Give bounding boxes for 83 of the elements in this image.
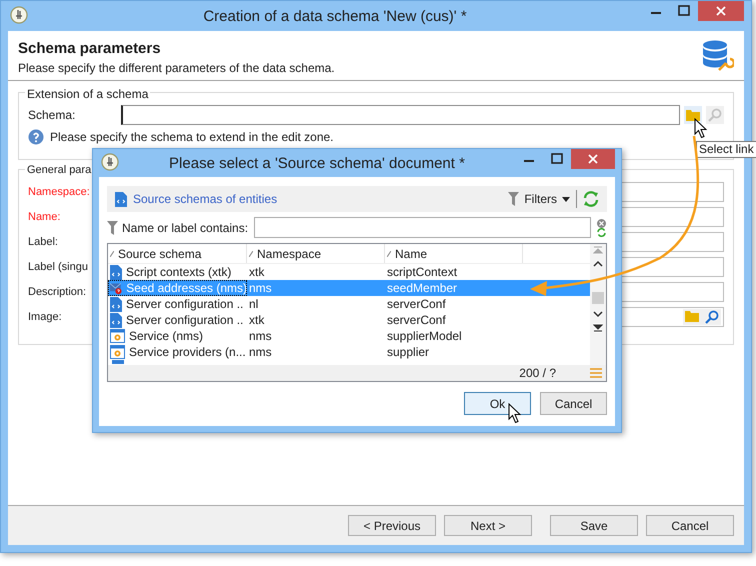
document-icon [110, 264, 122, 280]
field-label: Label: [28, 234, 58, 250]
window-title: Creation of a data schema 'New (cus)' * [203, 7, 467, 27]
record-count: 200 / ? [519, 365, 557, 382]
search-icon[interactable] [705, 310, 719, 324]
table-cell-text: scriptContext [386, 264, 458, 280]
dialog-title: Please select a 'Source schema' document * [169, 154, 465, 174]
table-cell: Server configuration .. [126, 312, 244, 328]
clear-icon[interactable] [596, 218, 606, 228]
field-label: Namespace: [28, 184, 90, 200]
refresh-icon[interactable] [596, 228, 606, 236]
list-row[interactable]: Server configuration .. nl serverConf [108, 296, 590, 312]
scrollbar[interactable] [590, 244, 606, 365]
table-cell-text: supplier [386, 344, 430, 360]
table-cell-text: seedMember [386, 280, 458, 296]
filter-label: Name or label contains: [122, 220, 248, 236]
table-cell-text: nl [248, 296, 260, 312]
field-label: Image: [28, 310, 62, 325]
help-icon [28, 129, 44, 145]
close-icon [588, 154, 598, 164]
envelope-question-icon [110, 280, 122, 296]
help-text: Please specify the schema to extend in the edit zone. [50, 129, 334, 146]
scroll-down-icon[interactable] [593, 310, 603, 318]
field-label: Description: [28, 284, 86, 300]
column-header[interactable]: Source schema [108, 244, 247, 263]
folder-button[interactable] [684, 106, 702, 124]
field-label: Label (singu [28, 260, 88, 275]
wizard-button[interactable]: Next > [444, 515, 532, 536]
close-button[interactable] [698, 1, 744, 21]
refresh-icon[interactable] [583, 191, 599, 207]
table-cell-text: serverConf [386, 296, 447, 312]
schema-field[interactable] [121, 105, 680, 125]
folder-link[interactable]: Source schemas of entities [133, 190, 278, 208]
table-cell-text: nms [248, 280, 273, 296]
sort-icon [387, 250, 391, 256]
page-subheading: Please specify the different parameters of the data schema. [18, 60, 335, 76]
mouse-pointer-icon [694, 118, 708, 139]
sort-icon [110, 250, 114, 256]
wizard-button[interactable]: Save [550, 515, 638, 536]
close-button[interactable] [571, 149, 615, 169]
filter-icon [107, 220, 118, 234]
dialog-button[interactable]: Cancel [540, 392, 607, 415]
field-label: Name: [28, 210, 60, 225]
group-legend: General para [25, 162, 94, 178]
table-cell: Service providers (n... [129, 344, 246, 360]
list-row[interactable]: Script contexts (xtk) xtk scriptContext [108, 264, 590, 280]
scroll-up-icon[interactable] [593, 260, 603, 268]
column-header[interactable]: Namespace [247, 244, 385, 263]
wizard-button[interactable]: < Previous [348, 515, 436, 536]
gear-window-icon [110, 329, 125, 343]
document-icon [115, 192, 127, 206]
field-label: Schema: [28, 107, 76, 124]
close-icon [716, 6, 726, 16]
table-cell-text: xtk [248, 312, 266, 328]
table-cell: Seed addresses (nms) [126, 280, 247, 296]
list-row[interactable]: Service (nms) nms supplierModel [108, 328, 590, 344]
column-header[interactable]: Name [385, 244, 523, 263]
tooltip: Select link [696, 141, 756, 158]
scroll-thumb[interactable] [592, 292, 604, 304]
document-icon [110, 296, 122, 312]
sort-icon [249, 250, 253, 256]
caret-icon [562, 196, 570, 202]
table-cell-text: nms [248, 328, 273, 344]
table-cell: Script contexts (xtk) [126, 264, 232, 280]
dialog-button[interactable]: Ok [464, 392, 531, 415]
table-cell: Server configuration .. [126, 296, 244, 312]
filters-button[interactable]: Filters [508, 190, 577, 208]
scroll-bottom-icon[interactable] [593, 324, 603, 332]
table-cell-text: serverConf [386, 312, 447, 328]
document-icon [110, 312, 122, 328]
page-heading: Schema parameters [18, 40, 162, 58]
app-logo-icon [10, 6, 28, 24]
wizard-button[interactable]: Cancel [646, 515, 734, 536]
table-cell: Service (nms) [129, 328, 204, 344]
app-logo-icon [101, 153, 119, 171]
list-row[interactable]: Server configuration .. xtk serverConf [108, 312, 590, 328]
table-cell-text: xtk [248, 264, 266, 280]
filter-field[interactable] [254, 217, 591, 238]
table-cell-text: nms [248, 344, 273, 360]
table-cell-text: supplierModel [386, 328, 463, 344]
folder-icon[interactable] [686, 109, 700, 121]
filter-icon [508, 192, 520, 206]
list-row[interactable]: Service providers (n... nms supplier [108, 344, 590, 360]
